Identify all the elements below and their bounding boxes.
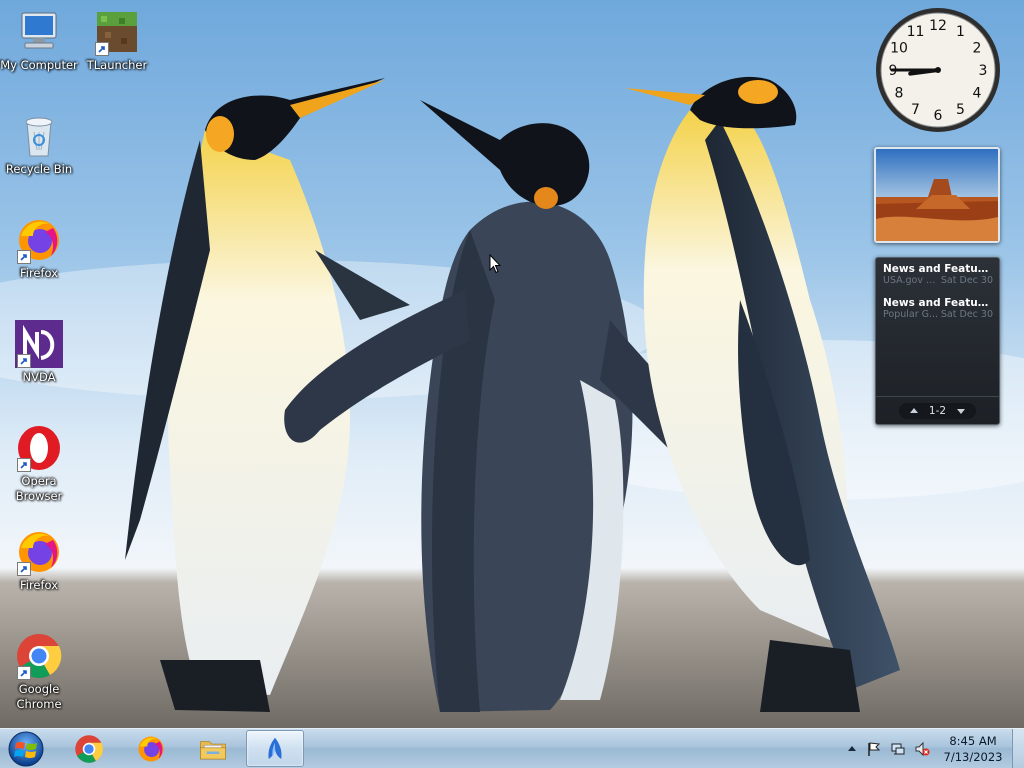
clock-gadget[interactable]: 121234567891011: [874, 6, 1002, 134]
previous-arrow-icon[interactable]: [909, 406, 919, 416]
desert-butte-photo: [876, 149, 998, 241]
shortcut-arrow-icon: [17, 250, 31, 264]
desktop-icon-tlauncher[interactable]: TLauncher: [78, 8, 156, 73]
opera-icon: [15, 424, 63, 472]
clock-numeral: 6: [934, 108, 943, 124]
computer-icon: [15, 8, 63, 56]
slideshow-gadget[interactable]: [874, 147, 1000, 243]
nvda-icon: [15, 320, 63, 368]
taskbar-clock[interactable]: 8:45 AM 7/13/2023: [936, 733, 1010, 765]
desktop-icon-nvda[interactable]: NVDA: [0, 320, 78, 385]
network-icon[interactable]: [890, 741, 906, 757]
action-center-flag-icon[interactable]: [866, 741, 882, 757]
desktop-icon-firefox-2[interactable]: Firefox: [0, 528, 78, 593]
desktop-icon-opera[interactable]: Opera Browser: [0, 424, 78, 504]
clock-numeral: 1: [956, 24, 965, 40]
analog-clock-face: 121234567891011: [876, 8, 1000, 132]
feed-headlines-gadget[interactable]: News and Features f... USA.gov U... Sat …: [875, 257, 1000, 425]
taskbar-time: 8:45 AM: [949, 734, 997, 748]
feed-footer: 1-2: [876, 396, 999, 424]
desktop-wallpaper: [0, 0, 1024, 728]
shortcut-arrow-icon: [17, 458, 31, 472]
clock-numeral: 4: [973, 86, 982, 102]
desktop-icon-my-computer[interactable]: My Computer: [0, 8, 78, 73]
recycle-bin-icon: [15, 112, 63, 160]
desktop-icon-recycle-bin[interactable]: Recycle Bin: [0, 112, 78, 177]
taskbar-date: 7/13/2023: [943, 750, 1003, 764]
start-button[interactable]: [4, 731, 48, 767]
firefox-icon: [15, 216, 63, 264]
clock-numeral: 7: [911, 102, 920, 118]
nvda-icon: [268, 737, 282, 759]
taskbar-app-windows-explorer[interactable]: [184, 730, 242, 767]
clock-numeral: 8: [895, 86, 904, 102]
feed-item[interactable]: News and Feature... Popular G... Sat Dec…: [876, 292, 999, 326]
taskbar-app-chrome[interactable]: [60, 730, 118, 767]
show-hidden-icons-icon[interactable]: [844, 741, 860, 757]
volume-muted-icon[interactable]: [914, 741, 930, 757]
clock-numeral: 11: [907, 24, 925, 40]
shortcut-arrow-icon: [95, 42, 109, 56]
chrome-icon: [75, 734, 103, 763]
clock-numeral: 2: [973, 41, 982, 57]
taskbar: 8:45 AM 7/13/2023: [0, 728, 1024, 768]
desktop-icon-firefox[interactable]: Firefox: [0, 216, 78, 281]
feed-item-source: USA.gov U...: [883, 275, 941, 286]
clock-numeral: 3: [979, 63, 988, 79]
desktop-icon-google-chrome[interactable]: Google Chrome: [0, 632, 78, 712]
feed-item-date: Sat Dec 30: [940, 275, 993, 286]
clock-numeral: 5: [956, 102, 965, 118]
folder-icon: [200, 740, 226, 759]
next-arrow-icon[interactable]: [956, 406, 966, 416]
feed-item-date: Sat Dec 30: [940, 309, 993, 320]
shortcut-arrow-icon: [17, 354, 31, 368]
firefox-icon: [138, 736, 164, 761]
clock-numeral: 10: [890, 41, 908, 57]
firefox-icon: [15, 528, 63, 576]
clock-numeral: 12: [929, 18, 947, 34]
feed-page-indicator: 1-2: [928, 404, 947, 417]
feed-pager: 1-2: [898, 402, 977, 419]
show-desktop-button[interactable]: [1012, 729, 1024, 768]
chrome-icon: [15, 632, 63, 680]
tlauncher-icon: [93, 8, 141, 56]
feed-item-source: Popular G...: [883, 309, 939, 320]
shortcut-arrow-icon: [17, 666, 31, 680]
taskbar-app-nvda[interactable]: [246, 730, 304, 767]
windows-start-orb-icon: [8, 731, 44, 767]
feed-item[interactable]: News and Features f... USA.gov U... Sat …: [876, 258, 999, 292]
shortcut-arrow-icon: [17, 562, 31, 576]
taskbar-app-firefox[interactable]: [122, 730, 180, 767]
